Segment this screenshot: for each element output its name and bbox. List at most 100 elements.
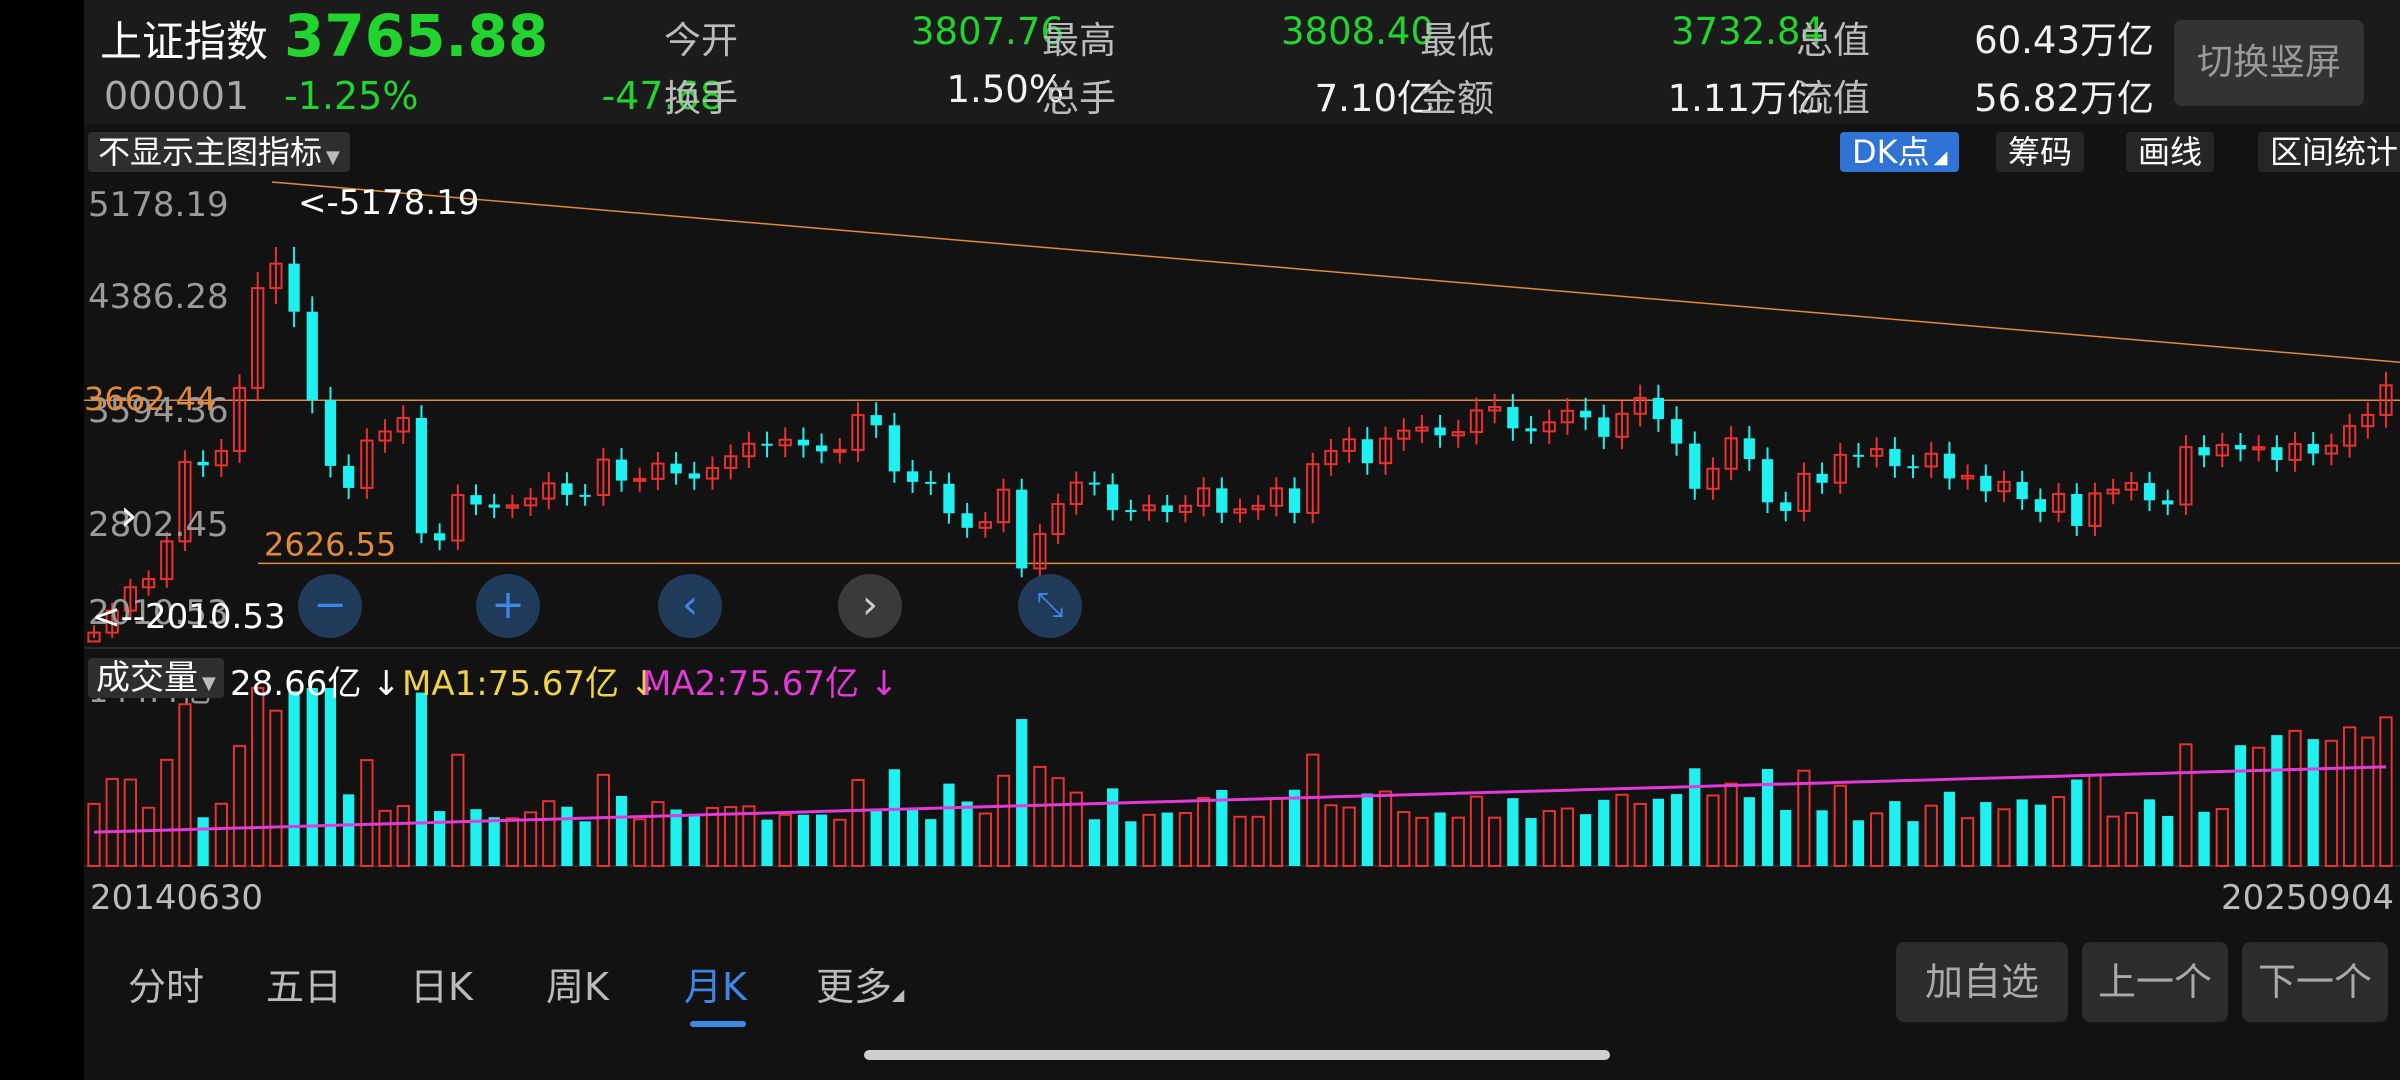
volume-current-value: 28.66亿 [230,664,362,704]
volume-bar [1780,809,1792,866]
volume-bar [1451,816,1465,867]
add-watchlist-button[interactable]: 加自选 [1896,942,2068,1022]
candle-body [1780,502,1792,511]
candle-body [1125,510,1137,513]
caret-down-icon: ▼ [202,673,216,694]
volume-bar [1943,791,1956,866]
quote-label-amount: 金额 [1420,77,1494,120]
corner-triangle-icon: ◢ [1933,147,1948,168]
candle-body [1107,484,1119,511]
candle-body [1689,443,1701,489]
volume-bar [197,817,209,866]
candle-body [670,463,682,474]
index-price: 3765.88 [284,2,549,70]
previous-stock-button[interactable]: 上一个 [2082,942,2228,1022]
volume-bar [288,691,300,866]
volume-bar [2088,774,2102,867]
volume-bar [1525,818,1537,866]
expand-left-arrow-icon[interactable]: › [120,490,138,541]
candle-body [1216,488,1228,513]
candle-body [870,415,882,426]
tab-five-day[interactable]: 五日 [266,956,342,1011]
volume-bar [2288,729,2302,868]
volume-bar [1652,798,1665,866]
main-indicator-select[interactable]: 不显示主图指标 ▼ [88,132,350,172]
tab-more[interactable]: 更多◢ [816,956,904,1011]
volume-bar [1378,790,1393,867]
tab-monthly-k[interactable]: 月K [684,956,747,1011]
volume-bar [1051,777,1065,867]
volume-bar [761,819,773,866]
scroll-right-icon[interactable]: › [838,574,902,638]
volume-bar [2198,811,2210,866]
tab-intraday[interactable]: 分时 [128,956,204,1011]
candle-body [1652,397,1665,420]
next-stock-button[interactable]: 下一个 [2242,942,2388,1022]
candle-body [1579,410,1592,418]
candle-body [197,461,209,466]
volume-bar [888,769,901,866]
candle-body [2307,444,2319,454]
tab-weekly-k[interactable]: 周K [546,956,609,1011]
volume-ma2-value: MA2:75.67亿 [642,664,860,704]
candle-body [288,263,300,312]
index-change-percent: -1.25% [284,74,419,118]
scroll-left-icon[interactable]: ‹ [658,574,722,638]
volume-indicator-select[interactable]: 成交量 ▼ [88,658,224,698]
volume-bar [906,808,919,866]
end-date: 20250904 [2220,878,2394,918]
volume-bar [141,806,156,868]
volume-bar [651,801,665,867]
k-line-chart[interactable]: 5178.194386.283594.362802.452010.53<-517… [84,180,2400,870]
volume-bar [2342,726,2357,867]
chips-button[interactable]: 筹码 [1996,132,2085,172]
volume-bar [2124,811,2138,868]
volume-ma1-value: MA1:75.67亿 [402,664,620,704]
candle-body [906,471,919,482]
volume-bar [505,817,520,868]
volume-bar [633,818,647,867]
volume-bar [778,813,792,868]
candle-body [579,494,591,497]
candle-body [343,465,355,488]
reset-zoom-icon[interactable]: ⤡ [1018,574,1082,638]
volume-bar [1251,815,1265,868]
volume-bar [1269,796,1284,867]
switch-portrait-button[interactable]: 切换竖屏 [2174,20,2364,106]
volume-bar [561,806,573,866]
volume-bar [123,778,138,868]
volume-bar [1743,797,1755,866]
quote-value-total-value: 60.43万亿 [1974,19,2154,62]
candle-body [833,448,847,453]
volume-bar [251,687,265,867]
zoom-in-icon[interactable]: + [476,574,540,638]
quote-label-low: 最低 [1420,19,1494,62]
quote-label-high: 最高 [1042,19,1116,62]
quote-header: 上证指数 3765.88 000001 -1.25% -47.68 今开 380… [84,0,2400,124]
volume-bar [724,806,738,867]
volume-bar [1924,804,1938,868]
range-stats-button[interactable]: 区间统计 [2258,132,2400,172]
volume-bar [2379,716,2393,868]
volume-bar [943,783,955,866]
volume-bar [978,812,992,867]
candle-body [688,473,700,479]
price-axis-tick: 5178.19 [88,185,229,225]
zoom-out-icon[interactable]: − [298,574,362,638]
candle-body [1943,453,1956,479]
volume-bar [470,809,482,866]
draw-line-button[interactable]: 画线 [2126,132,2215,172]
volume-bar [1960,817,1975,867]
dk-points-button[interactable]: DK点 ◢ [1840,132,1960,172]
volume-bar [815,814,828,866]
candle-body [1088,482,1101,485]
volume-bar [742,805,756,867]
candle-body [1743,438,1755,460]
volume-bar [996,774,1011,868]
candle-body [1361,439,1373,464]
volume-bar [1469,795,1484,867]
volume-bar [1852,820,1865,866]
volume-bar [2162,815,2174,866]
tab-daily-k[interactable]: 日K [410,956,473,1011]
volume-bar [1233,815,1247,868]
